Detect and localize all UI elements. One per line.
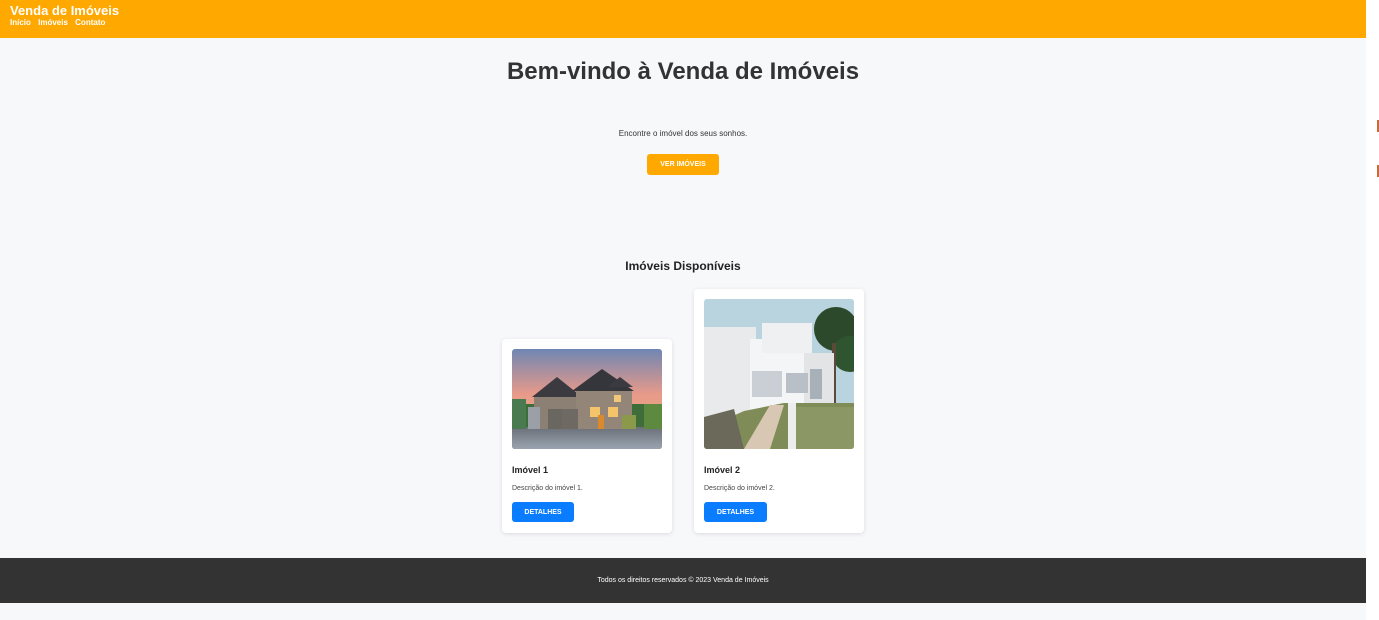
- page: Venda de Imóveis Início Imóveis Contato …: [0, 0, 1366, 620]
- site-footer: Todos os direitos reservados © 2023 Vend…: [0, 558, 1366, 603]
- hero-subtitle: Encontre o imóvel dos seus sonhos.: [618, 129, 748, 138]
- house-photo-1: [512, 349, 662, 449]
- hero-title: Bem-vindo à Venda de Imóveis: [506, 57, 860, 85]
- property-name-2: Imóvel 2: [704, 465, 741, 475]
- right-gutter: [1366, 0, 1379, 620]
- listings-title: Imóveis Disponíveis: [625, 259, 741, 273]
- site-header: Venda de Imóveis Início Imóveis Contato: [0, 0, 1366, 38]
- main-nav: Início Imóveis Contato: [10, 18, 110, 27]
- site-title: Venda de Imóveis: [10, 3, 120, 18]
- nav-link-inicio[interactable]: Início: [10, 18, 31, 27]
- property-card-2: Imóvel 2 Descrição do imóvel 2. DETALHES: [694, 289, 864, 533]
- nav-link-imoveis[interactable]: Imóveis: [38, 18, 68, 27]
- property-details-button-1[interactable]: DETALHES: [512, 502, 574, 522]
- property-image-2: [704, 299, 854, 449]
- hero-section: Bem-vindo à Venda de Imóveis Encontre o …: [0, 38, 1366, 243]
- property-card-1: Imóvel 1 Descrição do imóvel 1. DETALHES: [502, 339, 672, 533]
- property-name-1: Imóvel 1: [512, 465, 549, 475]
- property-image-1: [512, 349, 662, 449]
- view-properties-button[interactable]: VER IMÓVEIS: [647, 154, 719, 175]
- property-description-1: Descrição do imóvel 1.: [512, 485, 583, 492]
- property-description-2: Descrição do imóvel 2.: [704, 485, 775, 492]
- house-photo-2: [704, 299, 854, 449]
- nav-link-contato[interactable]: Contato: [75, 18, 105, 27]
- footer-copyright: Todos os direitos reservados © 2023 Vend…: [597, 577, 769, 584]
- property-details-button-2[interactable]: DETALHES: [704, 502, 767, 522]
